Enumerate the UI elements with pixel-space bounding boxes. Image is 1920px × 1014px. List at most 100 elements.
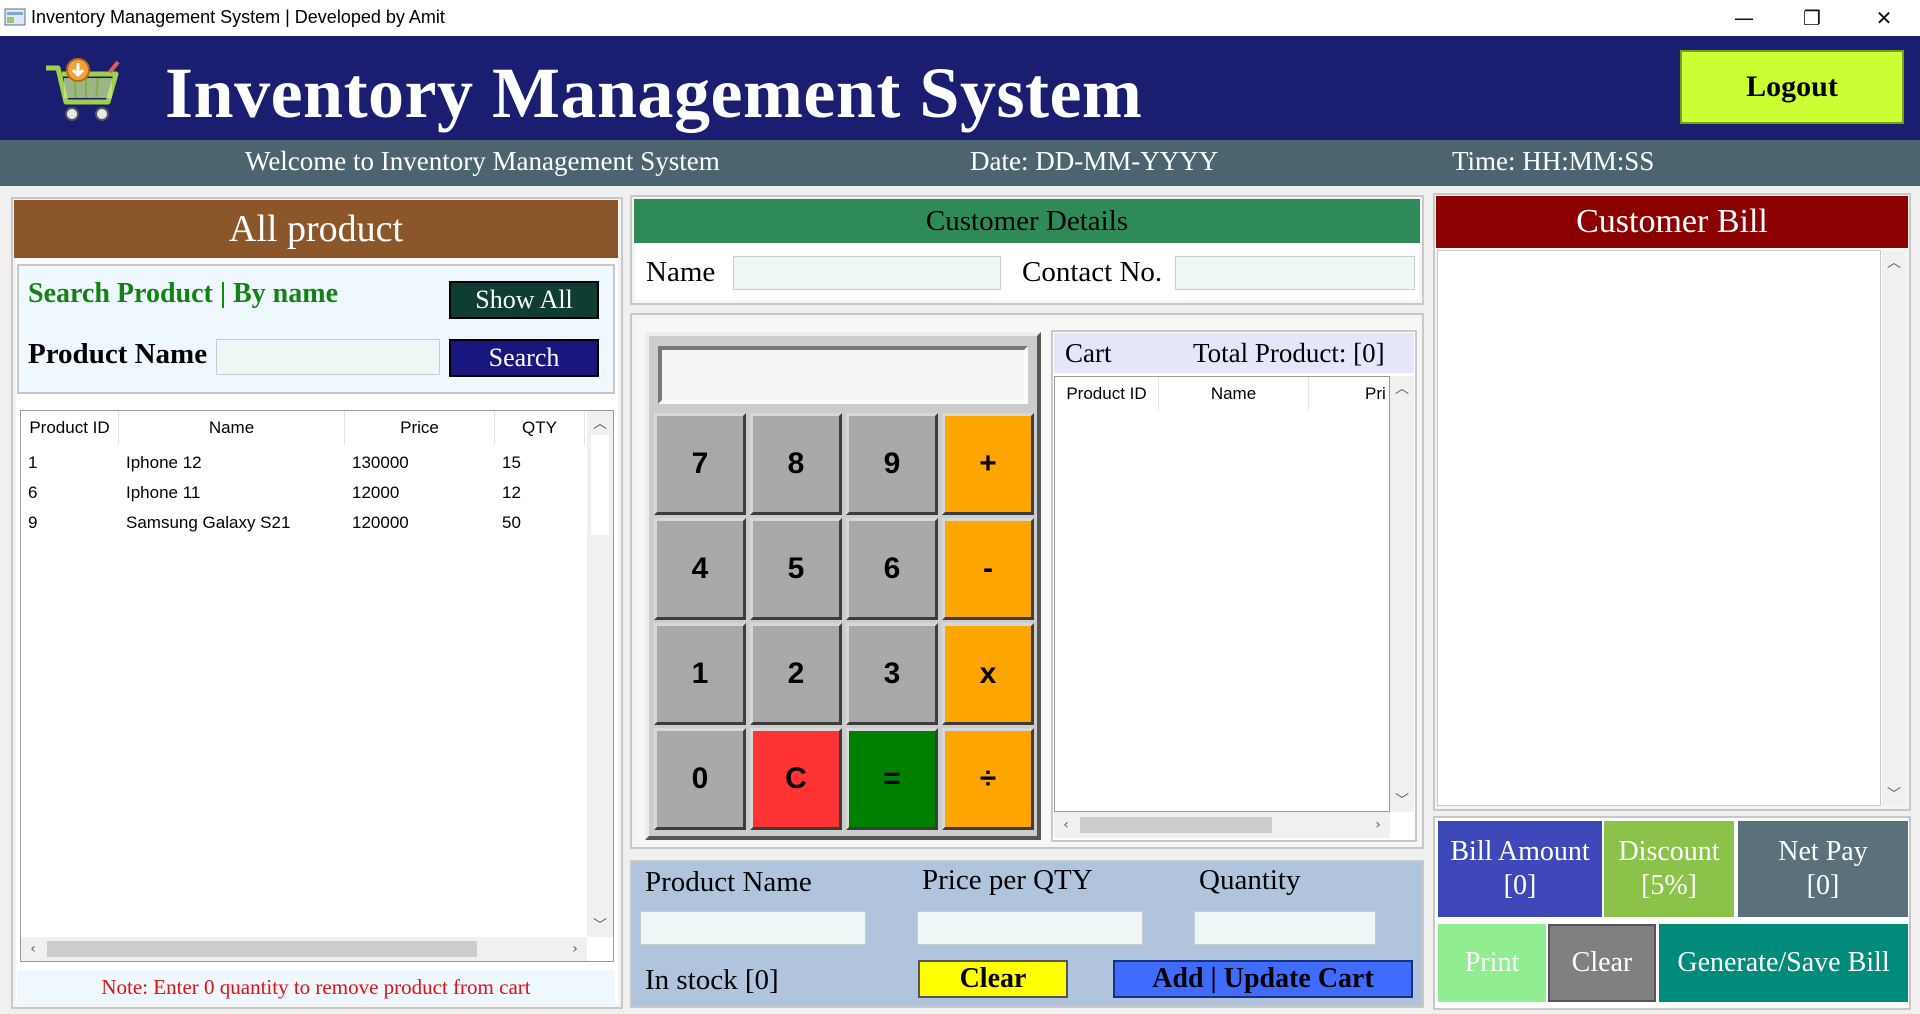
calc-key-minus[interactable]: - (942, 518, 1034, 620)
show-all-button[interactable]: Show All (449, 281, 599, 319)
generate-save-bill-button[interactable]: Generate/Save Bill (1659, 924, 1908, 1002)
cell-name: Samsung Galaxy S21 (126, 513, 291, 532)
calc-key-6[interactable]: 6 (846, 518, 938, 620)
scroll-right-icon[interactable]: › (1366, 812, 1390, 838)
hscroll-thumb[interactable] (1080, 817, 1272, 833)
table-row[interactable]: 9 Samsung Galaxy S21 120000 50 (21, 509, 585, 537)
bill-heading: Customer Bill (1436, 196, 1908, 248)
bill-text-area[interactable] (1437, 250, 1881, 806)
calc-key-3[interactable]: 3 (846, 623, 938, 725)
shopping-cart-icon (46, 58, 120, 121)
calc-key-clear[interactable]: C (750, 728, 842, 830)
calc-key-1[interactable]: 1 (654, 623, 746, 725)
cart-total: Total Product: [0] (1193, 338, 1385, 368)
search-button[interactable]: Search (449, 339, 599, 377)
product-panel-heading: All product (14, 200, 618, 258)
welcome-text: Welcome to Inventory Management System (245, 146, 720, 176)
table-row[interactable]: 1 Iphone 12 130000 15 (21, 449, 585, 477)
scroll-down-icon[interactable]: ﹀ (587, 913, 613, 937)
product-search-input[interactable] (216, 339, 440, 375)
logout-button[interactable]: Logout (1680, 50, 1904, 124)
scroll-up-icon[interactable]: ︿ (587, 411, 613, 435)
customer-name-input[interactable] (733, 256, 1001, 290)
scroll-left-icon[interactable]: ‹ (21, 937, 45, 961)
net-pay-label: Net Pay (1778, 836, 1868, 867)
print-button[interactable]: Print (1438, 924, 1546, 1002)
close-button[interactable]: ✕ (1850, 0, 1918, 36)
price-per-qty-input[interactable] (917, 911, 1143, 945)
cart-column-name[interactable]: Name (1159, 377, 1309, 411)
cell-price: 130000 (352, 453, 409, 472)
product-table: Product ID Name Price QTY 1 Iphone 12 13… (20, 410, 614, 962)
window-title: Inventory Management System | Developed … (31, 7, 445, 27)
restore-button[interactable]: ❐ (1778, 0, 1846, 36)
table-row[interactable]: 6 Iphone 11 12000 12 (21, 479, 585, 507)
minimize-button[interactable]: — (1710, 0, 1778, 36)
bill-amount-value: [0] (1503, 870, 1537, 901)
scroll-right-icon[interactable]: › (563, 937, 587, 961)
column-header-qty[interactable]: QTY (495, 411, 585, 445)
bill-amount-box: Bill Amount [0] (1438, 821, 1602, 917)
calc-key-2[interactable]: 2 (750, 623, 842, 725)
calc-key-equals[interactable]: = (846, 728, 938, 830)
bill-vscrollbar[interactable]: ︿ ﹀ (1882, 250, 1906, 806)
cart-vscrollbar[interactable]: ︿ ﹀ (1390, 376, 1414, 812)
add-update-cart-button[interactable]: Add | Update Cart (1113, 960, 1413, 998)
cell-id: 1 (28, 453, 38, 472)
cell-qty: 15 (502, 453, 521, 472)
cell-id: 9 (28, 513, 38, 532)
cart-column-product-id[interactable]: Product ID (1055, 377, 1159, 411)
calc-key-multiply[interactable]: x (942, 623, 1034, 725)
cart-table: Product ID Name Pri (1054, 376, 1390, 812)
calc-key-0[interactable]: 0 (654, 728, 746, 830)
cell-qty: 50 (502, 513, 521, 532)
app-header: Inventory Management System Logout (0, 36, 1920, 140)
calc-key-9[interactable]: 9 (846, 413, 938, 515)
calc-key-7[interactable]: 7 (654, 413, 746, 515)
calculator-display[interactable] (658, 346, 1028, 404)
discount-label: Discount (1618, 836, 1720, 867)
price-per-qty-label: Price per QTY (922, 864, 1093, 896)
cart-title: Cart (1065, 338, 1112, 368)
date-text: Date: DD-MM-YYYY (970, 146, 1219, 176)
customer-heading: Customer Details (634, 199, 1420, 243)
scroll-left-icon[interactable]: ‹ (1054, 812, 1078, 838)
scroll-up-icon[interactable]: ︿ (1390, 376, 1414, 400)
cell-name: Iphone 11 (126, 483, 201, 502)
cell-name: Iphone 12 (126, 453, 202, 472)
product-name-label: Product Name (28, 338, 208, 370)
bill-amount-label: Bill Amount (1450, 836, 1590, 867)
contact-input[interactable] (1175, 256, 1415, 290)
product-table-hscrollbar[interactable]: ‹ › (21, 937, 587, 961)
calc-key-4[interactable]: 4 (654, 518, 746, 620)
scroll-down-icon[interactable]: ﹀ (1882, 782, 1906, 806)
calc-key-8[interactable]: 8 (750, 413, 842, 515)
add-product-name-input[interactable] (640, 911, 866, 945)
calc-key-5[interactable]: 5 (750, 518, 842, 620)
cell-price: 120000 (352, 513, 409, 532)
column-header-name[interactable]: Name (119, 411, 345, 445)
calc-key-divide[interactable]: ÷ (942, 728, 1034, 830)
hscroll-thumb[interactable] (47, 941, 477, 957)
product-table-vscrollbar[interactable]: ︿ ﹀ (587, 411, 613, 937)
vscroll-thumb[interactable] (591, 435, 609, 535)
net-pay-box: Net Pay [0] (1738, 821, 1908, 917)
cart-hscrollbar[interactable]: ‹ › (1054, 812, 1390, 838)
status-bar: Welcome to Inventory Management System D… (0, 140, 1920, 186)
column-header-product-id[interactable]: Product ID (21, 411, 119, 445)
scroll-down-icon[interactable]: ﹀ (1390, 788, 1414, 812)
scroll-up-icon[interactable]: ︿ (1882, 250, 1906, 274)
quantity-input[interactable] (1194, 911, 1376, 945)
cell-price: 12000 (352, 483, 400, 502)
discount-value: [5%] (1641, 870, 1697, 901)
calc-key-plus[interactable]: + (942, 413, 1034, 515)
bill-clear-button[interactable]: Clear (1548, 924, 1656, 1002)
app-icon (4, 8, 26, 26)
add-panel-clear-button[interactable]: Clear (918, 960, 1068, 998)
column-header-price[interactable]: Price (345, 411, 495, 445)
in-stock-label: In stock [0] (645, 964, 779, 996)
search-title: Search Product | By name (28, 278, 339, 309)
cart-column-price[interactable]: Pri (1309, 377, 1389, 411)
cart-note: Note: Enter 0 quantity to remove product… (17, 970, 615, 1004)
net-pay-value: [0] (1806, 870, 1840, 901)
